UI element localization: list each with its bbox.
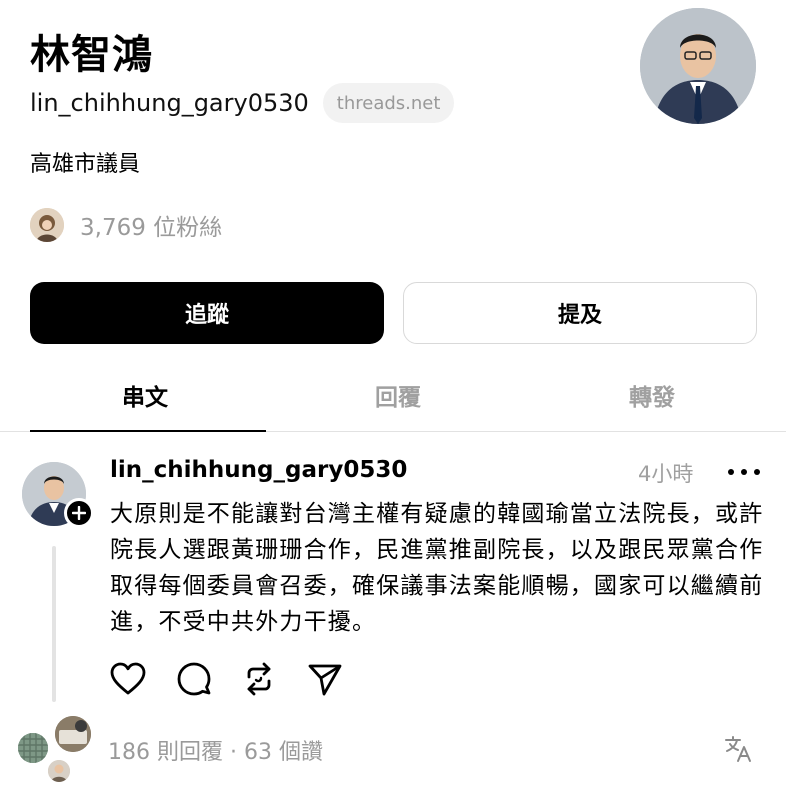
profile-tabs: 串文 回覆 轉發 (0, 370, 786, 432)
post-timestamp: 4小時 (638, 462, 694, 486)
repost-icon[interactable] (240, 660, 278, 698)
share-send-icon[interactable] (306, 660, 344, 698)
tab-threads[interactable]: 串文 (122, 378, 168, 412)
thread-connector-line (52, 546, 56, 702)
profile-handle: lin_chihhung_gary0530 (30, 89, 309, 117)
profile-bio: 高雄市議員 (30, 152, 141, 177)
tab-replies[interactable]: 回覆 (375, 378, 421, 412)
post-body-text: 大原則是不能讓對台灣主權有疑慮的韓國瑜當立法院長，或許院長人選跟黃珊珊合作，民進… (110, 501, 764, 635)
post-author-handle[interactable]: lin_chihhung_gary0530 (110, 457, 407, 483)
profile-avatar[interactable] (640, 8, 756, 124)
follower-avatar (30, 208, 64, 242)
translate-icon[interactable] (724, 734, 754, 764)
mention-button[interactable]: 提及 (403, 282, 757, 344)
follow-plus-icon[interactable] (64, 498, 94, 528)
active-tab-indicator (30, 430, 266, 432)
follow-button[interactable]: 追蹤 (30, 282, 384, 344)
comment-bubble-icon[interactable] (175, 660, 213, 698)
replier-avatar[interactable] (18, 733, 48, 763)
followers-row[interactable]: 3,769 位粉絲 (30, 208, 222, 242)
replier-avatar[interactable] (48, 760, 70, 782)
post-stats[interactable]: 186 則回覆 · 63 個讚 (108, 734, 323, 766)
profile-handle-row: lin_chihhung_gary0530 threads.net (30, 83, 455, 123)
followers-count: 3,769 位粉絲 (80, 215, 223, 241)
tab-reposts[interactable]: 轉發 (629, 378, 675, 412)
replier-avatar[interactable] (55, 716, 91, 752)
profile-display-name: 林智鴻 (30, 32, 153, 78)
threads-domain-badge[interactable]: threads.net (322, 83, 455, 123)
more-options-icon[interactable] (728, 460, 760, 484)
like-heart-icon[interactable] (109, 660, 147, 698)
